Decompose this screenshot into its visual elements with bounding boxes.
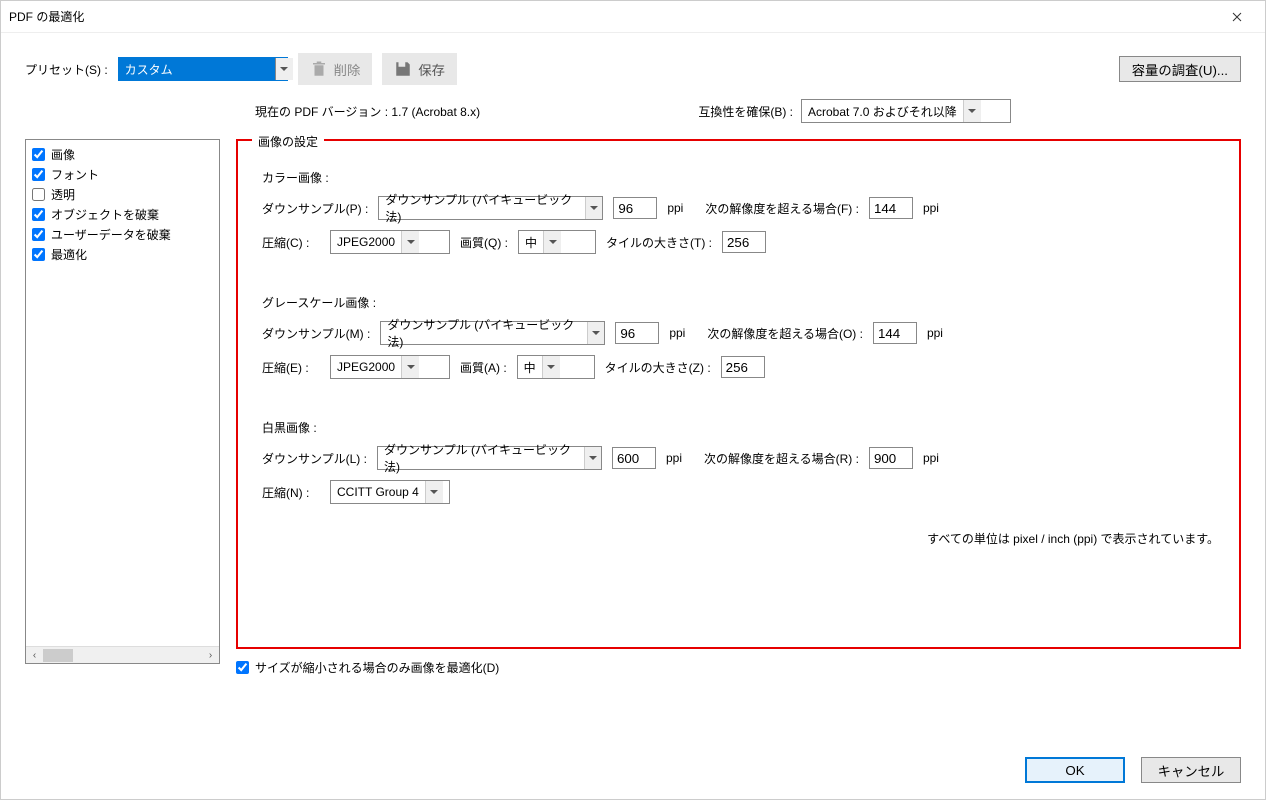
scroll-left-icon[interactable]: ‹: [26, 647, 43, 664]
save-icon: [394, 60, 412, 78]
category-item-optimize[interactable]: 最適化: [32, 244, 213, 264]
compat-value: Acrobat 7.0 およびそれ以降: [808, 103, 957, 120]
chevron-down-icon: [963, 100, 981, 122]
mono-downsample-select[interactable]: ダウンサンプル (バイキュービック法): [377, 446, 602, 470]
category-item-fonts[interactable]: フォント: [32, 164, 213, 184]
optimize-only-smaller-input[interactable]: [236, 661, 249, 674]
chevron-down-icon: [401, 356, 419, 378]
group-title: 画像の設定: [252, 133, 324, 150]
gray-tile-input[interactable]: [721, 356, 765, 378]
ppi-unit: ppi: [669, 326, 697, 340]
ok-button[interactable]: OK: [1025, 757, 1125, 783]
color-compress-select[interactable]: JPEG2000: [330, 230, 450, 254]
ppi-unit: ppi: [666, 451, 694, 465]
color-downsample-label: ダウンサンプル(P) :: [262, 200, 368, 217]
gray-quality-select[interactable]: 中: [517, 355, 595, 379]
color-ifabove-input[interactable]: [869, 197, 913, 219]
category-checkbox[interactable]: [32, 248, 45, 261]
mono-ifabove-label: 次の解像度を超える場合(R) :: [704, 450, 859, 467]
preset-select[interactable]: カスタム: [118, 57, 288, 81]
color-ppi-input[interactable]: [613, 197, 657, 219]
scrollbar-thumb[interactable]: [43, 649, 73, 662]
scroll-right-icon[interactable]: ›: [202, 647, 219, 664]
category-checkbox[interactable]: [32, 188, 45, 201]
gray-downsample-select[interactable]: ダウンサンプル (バイキュービック法): [380, 321, 605, 345]
chevron-down-icon: [542, 356, 560, 378]
ppi-unit: ppi: [923, 451, 951, 465]
save-button[interactable]: 保存: [382, 53, 457, 85]
close-icon: [1232, 12, 1242, 22]
ppi-unit: ppi: [927, 326, 955, 340]
category-list[interactable]: 画像 フォント 透明 オブジェクトを破棄 ユーザーデータを破棄: [25, 139, 220, 664]
current-version-text: 現在の PDF バージョン : 1.7 (Acrobat 8.x): [255, 103, 480, 120]
chevron-down-icon: [425, 481, 443, 503]
gray-compress-select[interactable]: JPEG2000: [330, 355, 450, 379]
mono-ppi-input[interactable]: [612, 447, 656, 469]
image-settings-group: 画像の設定 カラー画像 : ダウンサンプル(P) : ダウンサンプル (バイキュ…: [236, 139, 1241, 649]
category-item-discard-userdata[interactable]: ユーザーデータを破棄: [32, 224, 213, 244]
gray-ppi-input[interactable]: [615, 322, 659, 344]
color-downsample-select[interactable]: ダウンサンプル (バイキュービック法): [378, 196, 603, 220]
category-checkbox[interactable]: [32, 168, 45, 181]
preset-label: プリセット(S) :: [25, 61, 108, 78]
color-quality-label: 画質(Q) :: [460, 234, 508, 251]
compat-label: 互換性を確保(B) :: [698, 103, 793, 120]
color-quality-select[interactable]: 中: [518, 230, 596, 254]
mono-compress-select[interactable]: CCITT Group 4: [330, 480, 450, 504]
window-title: PDF の最適化: [9, 8, 1217, 25]
audit-space-button[interactable]: 容量の調査(U)...: [1119, 56, 1241, 82]
category-checkbox[interactable]: [32, 228, 45, 241]
chevron-down-icon: [401, 231, 419, 253]
titlebar: PDF の最適化: [1, 1, 1265, 33]
trash-icon: [310, 60, 328, 78]
chevron-down-icon: [585, 197, 602, 219]
chevron-down-icon: [587, 322, 604, 344]
compat-select[interactable]: Acrobat 7.0 およびそれ以降: [801, 99, 1011, 123]
cancel-button[interactable]: キャンセル: [1141, 757, 1241, 783]
color-heading: カラー画像 :: [262, 169, 1219, 186]
color-compress-label: 圧縮(C) :: [262, 234, 320, 251]
gray-heading: グレースケール画像 :: [262, 294, 1219, 311]
gray-ifabove-input[interactable]: [873, 322, 917, 344]
mono-ifabove-input[interactable]: [869, 447, 913, 469]
close-button[interactable]: [1217, 2, 1257, 32]
category-item-images[interactable]: 画像: [32, 144, 213, 164]
mono-compress-label: 圧縮(N) :: [262, 484, 320, 501]
mono-heading: 白黒画像 :: [262, 419, 1219, 436]
chevron-down-icon: [584, 447, 601, 469]
gray-ifabove-label: 次の解像度を超える場合(O) :: [707, 325, 863, 342]
category-checkbox[interactable]: [32, 148, 45, 161]
chevron-down-icon: [275, 58, 293, 80]
category-item-transparency[interactable]: 透明: [32, 184, 213, 204]
color-tile-input[interactable]: [722, 231, 766, 253]
ppi-unit: ppi: [923, 201, 951, 215]
mono-downsample-label: ダウンサンプル(L) :: [262, 450, 367, 467]
optimize-only-smaller-checkbox[interactable]: サイズが縮小される場合のみ画像を最適化(D): [236, 659, 1241, 676]
category-item-discard-objects[interactable]: オブジェクトを破棄: [32, 204, 213, 224]
category-checkbox[interactable]: [32, 208, 45, 221]
chevron-down-icon: [543, 231, 561, 253]
gray-quality-label: 画質(A) :: [460, 359, 507, 376]
ppi-unit: ppi: [667, 201, 695, 215]
delete-button[interactable]: 削除: [298, 53, 373, 85]
horizontal-scrollbar[interactable]: ‹ ›: [26, 646, 219, 663]
color-ifabove-label: 次の解像度を超える場合(F) :: [705, 200, 859, 217]
units-note: すべての単位は pixel / inch (ppi) で表示されています。: [262, 530, 1219, 547]
gray-tile-label: タイルの大きさ(Z) :: [605, 359, 711, 376]
gray-compress-label: 圧縮(E) :: [262, 359, 320, 376]
pdf-optimizer-dialog: PDF の最適化 プリセット(S) : カスタム 削除 保存 容量の調査(U).…: [0, 0, 1266, 800]
preset-value: カスタム: [125, 61, 173, 78]
color-tile-label: タイルの大きさ(T) :: [606, 234, 712, 251]
gray-downsample-label: ダウンサンプル(M) :: [262, 325, 370, 342]
